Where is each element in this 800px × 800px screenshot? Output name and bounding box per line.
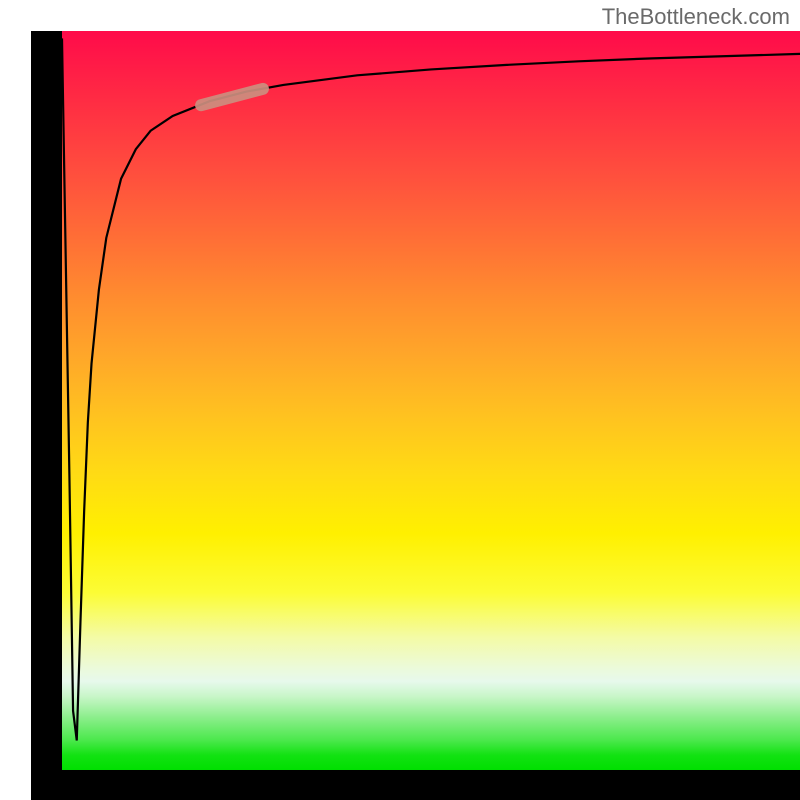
watermark-text: TheBottleneck.com: [602, 4, 790, 30]
curve-path: [62, 31, 800, 770]
chart-frame: [31, 31, 800, 800]
